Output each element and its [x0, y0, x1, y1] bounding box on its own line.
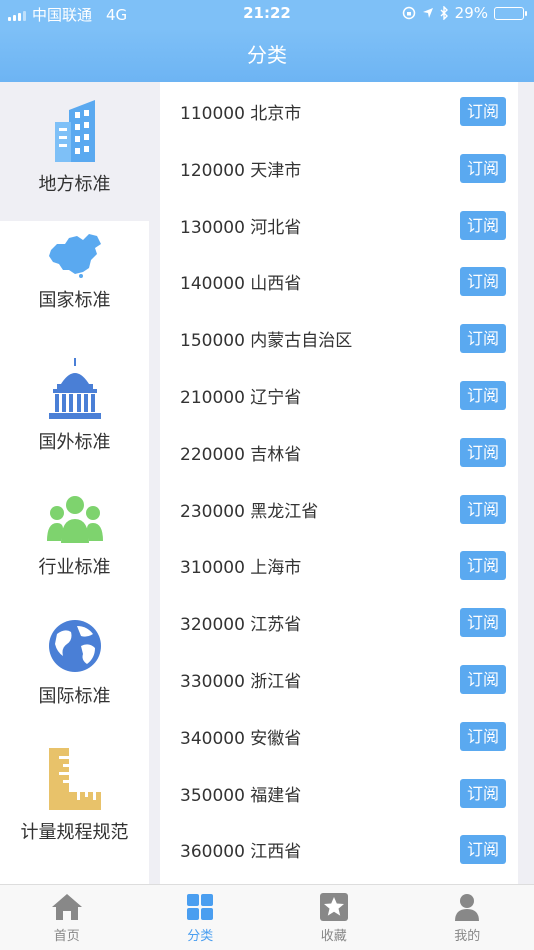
subscribe-button[interactable]: 订阅	[460, 381, 506, 410]
region-name: 110000 北京市	[180, 104, 302, 124]
globe-icon	[48, 620, 101, 672]
list-item[interactable]: 140000 山西省 订阅	[160, 252, 518, 309]
subscribe-button[interactable]: 订阅	[460, 97, 506, 126]
list-item[interactable]: 130000 河北省 订阅	[160, 196, 518, 253]
star-icon	[319, 893, 348, 921]
location-icon	[422, 8, 433, 18]
list-item[interactable]: 230000 黑龙江省 订阅	[160, 480, 518, 537]
sidebar-item-label: 国外标准	[38, 432, 111, 453]
subscribe-button[interactable]: 订阅	[460, 551, 506, 581]
region-name: 310000 上海市	[180, 558, 302, 579]
page-title: 分类	[0, 28, 534, 82]
list-item[interactable]: 330000 浙江省 订阅	[160, 650, 518, 707]
tab-favorites[interactable]: 收藏	[267, 885, 401, 950]
sidebar-item-label: 行业标准	[38, 557, 111, 578]
divider	[149, 82, 160, 884]
list-item[interactable]: 110000 北京市 订阅	[160, 82, 518, 139]
people-icon	[46, 496, 103, 543]
category-sidebar: 地方标准 国家标准 国外标准 行业标准 国际标准 计量规程规范	[0, 82, 149, 884]
subscribe-button[interactable]: 订阅	[460, 835, 506, 865]
list-item[interactable]: 150000 内蒙古自治区 订阅	[160, 309, 518, 366]
region-name: 330000 浙江省	[180, 672, 302, 692]
status-bar: 中国联通 4G 21:22 29%	[0, 0, 534, 28]
tab-label: 分类	[187, 929, 214, 944]
sidebar-item-national-standard[interactable]: 国家标准	[0, 232, 149, 332]
subscribe-button[interactable]: 订阅	[460, 437, 506, 467]
battery-percent: 29%	[454, 4, 488, 22]
subscribe-button[interactable]: 订阅	[460, 721, 506, 751]
subscribe-button[interactable]: 订阅	[460, 267, 506, 297]
china-map-icon	[48, 234, 101, 278]
subscribe-button[interactable]: 订阅	[460, 608, 506, 638]
subscribe-button[interactable]: 订阅	[460, 665, 506, 694]
region-name: 120000 天津市	[180, 160, 302, 181]
sidebar-item-label: 国家标准	[38, 290, 111, 311]
ruler-icon	[48, 748, 101, 810]
region-name: 360000 江西省	[180, 842, 302, 863]
region-name: 210000 辽宁省	[180, 388, 302, 408]
user-icon	[455, 894, 480, 921]
sidebar-item-industry-standard[interactable]: 行业标准	[0, 495, 149, 595]
sidebar-item-metrology-spec[interactable]: 计量规程规范	[0, 748, 149, 848]
sidebar-item-international-standard[interactable]: 国际标准	[0, 618, 149, 718]
tab-category[interactable]: 分类	[134, 885, 268, 950]
region-name: 150000 内蒙古自治区	[180, 331, 353, 352]
tab-label: 收藏	[320, 929, 347, 944]
region-name: 140000 山西省	[180, 274, 302, 295]
subscribe-button[interactable]: 订阅	[460, 210, 506, 240]
home-icon	[51, 894, 82, 920]
subscribe-button[interactable]: 订阅	[460, 778, 506, 808]
tab-label: 首页	[53, 929, 80, 944]
tab-home[interactable]: 首页	[0, 885, 134, 950]
divider	[518, 82, 534, 884]
region-list: 110000 北京市 订阅 120000 天津市 订阅 130000 河北省 订阅 1400…	[160, 82, 518, 884]
rotation-lock-icon	[402, 6, 415, 20]
region-name: 320000 江苏省	[180, 615, 302, 636]
bluetooth-icon	[440, 6, 448, 20]
sidebar-item-foreign-standard[interactable]: 国外标准	[0, 358, 149, 458]
tab-bar: 首页 分类 收藏 我的	[0, 884, 534, 950]
list-item[interactable]: 210000 辽宁省 订阅	[160, 366, 518, 423]
tab-label: 我的	[454, 929, 481, 944]
sidebar-item-label: 计量规程规范	[20, 822, 129, 843]
region-name: 350000 福建省	[180, 785, 302, 806]
subscribe-button[interactable]: 订阅	[460, 494, 506, 524]
subscribe-button[interactable]: 订阅	[460, 324, 506, 354]
sidebar-item-local-standard[interactable]: 地方标准	[0, 82, 149, 221]
list-item[interactable]: 340000 安徽省 订阅	[160, 707, 518, 764]
list-item[interactable]: 220000 吉林省 订阅	[160, 423, 518, 480]
list-item[interactable]: 120000 天津市 订阅	[160, 139, 518, 196]
capitol-icon	[48, 358, 101, 419]
region-name: 130000 河北省	[180, 217, 302, 238]
sidebar-item-label: 国际标准	[38, 686, 111, 707]
building-icon	[54, 100, 95, 162]
list-item[interactable]: 310000 上海市 订阅	[160, 536, 518, 593]
list-item[interactable]: 320000 江苏省 订阅	[160, 593, 518, 650]
region-name: 220000 吉林省	[180, 444, 302, 465]
subscribe-button[interactable]: 订阅	[460, 153, 506, 183]
grid-icon	[187, 894, 214, 920]
sidebar-item-label: 地方标准	[38, 174, 111, 195]
battery-icon	[494, 6, 527, 20]
region-name: 340000 安徽省	[180, 728, 302, 749]
list-item[interactable]: 350000 福建省 订阅	[160, 764, 518, 821]
tab-mine[interactable]: 我的	[401, 885, 534, 950]
list-item[interactable]: 360000 江西省 订阅	[160, 820, 518, 877]
region-name: 230000 黑龙江省	[180, 501, 319, 522]
